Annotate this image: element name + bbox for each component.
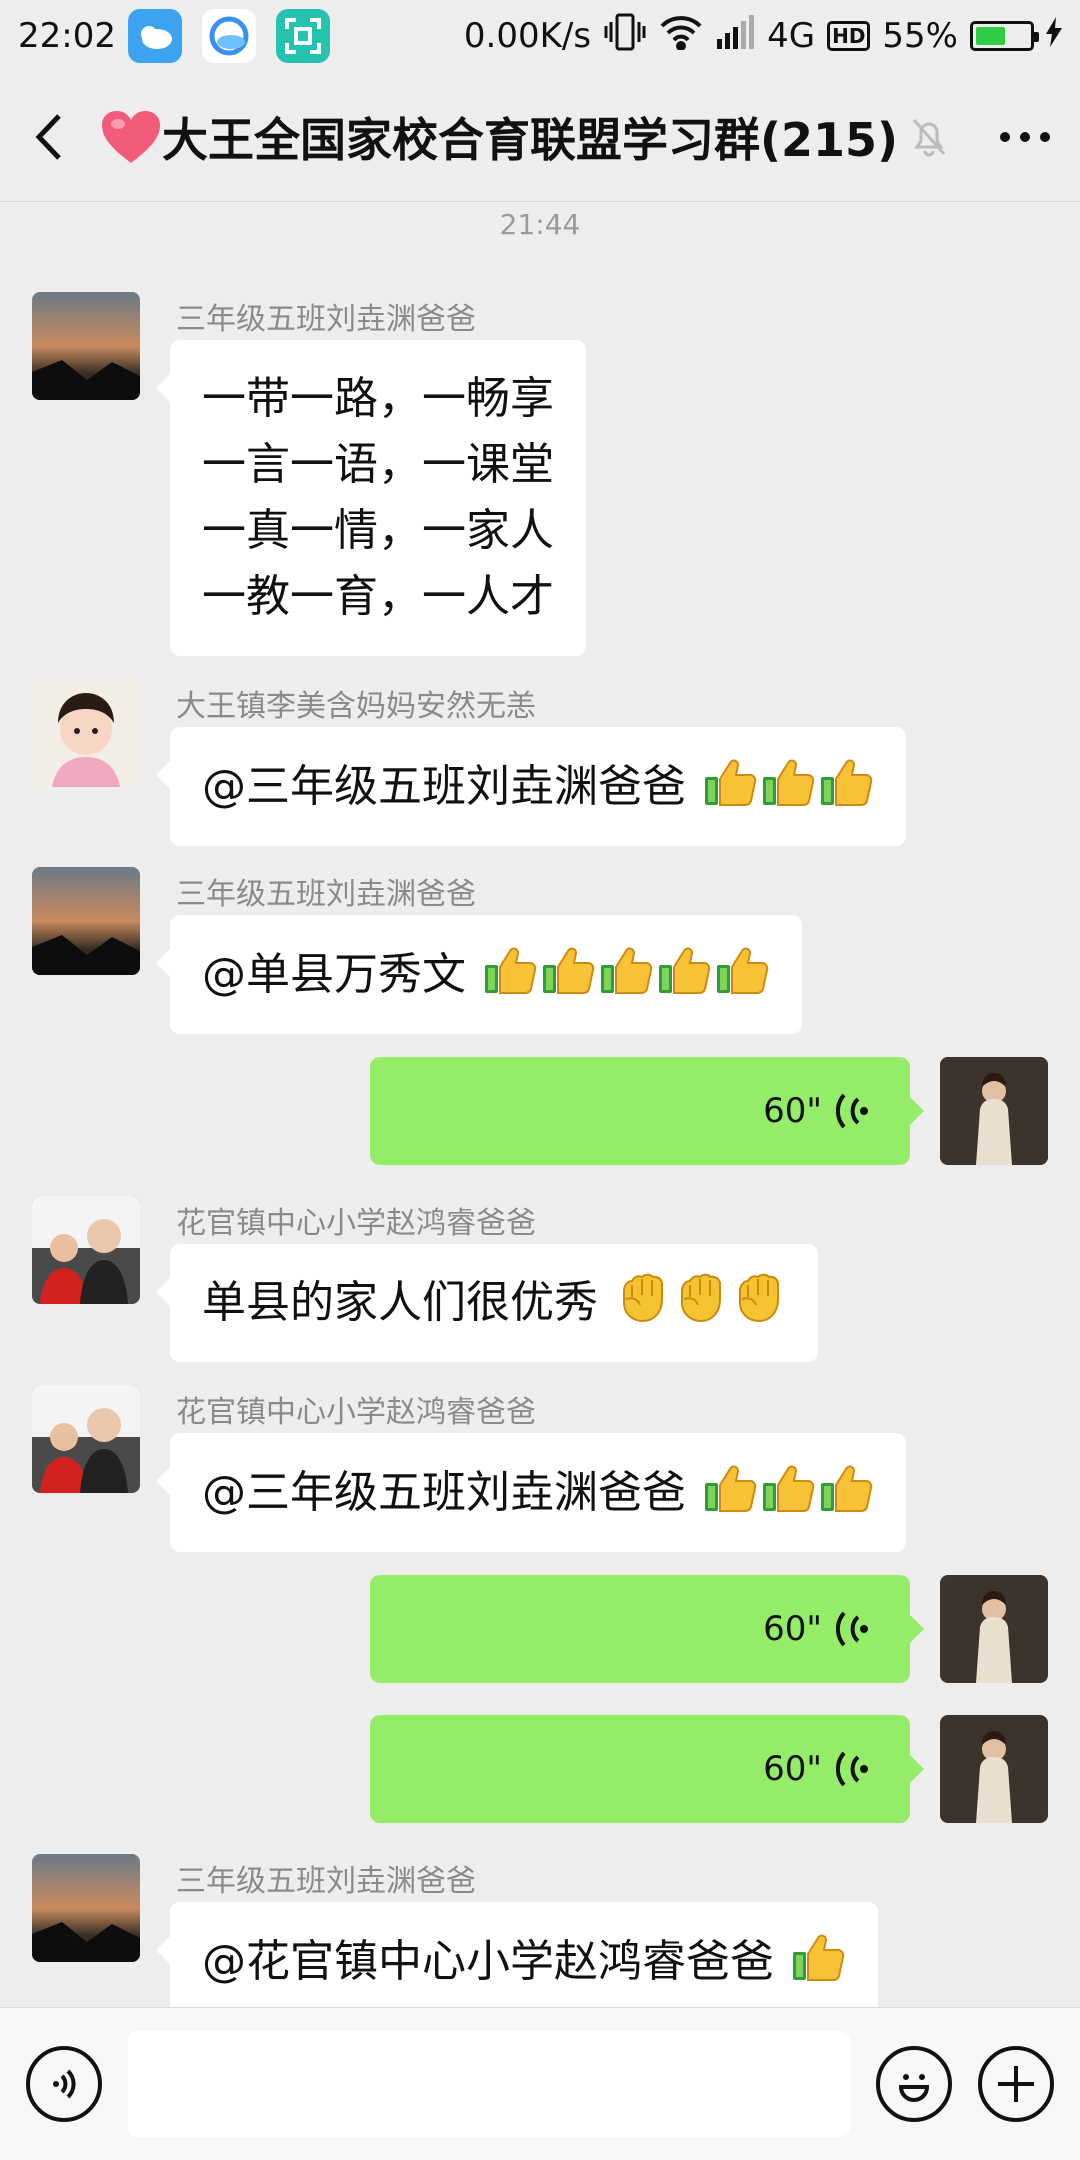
thumbs-up-emoji-icon bbox=[702, 1459, 758, 1515]
voice-duration: 60" bbox=[763, 1091, 822, 1131]
group-title[interactable]: 大王全国家校合育联盟学习群(215) bbox=[100, 104, 970, 170]
emoji-icon bbox=[898, 2074, 930, 2102]
message-text: @三年级五班刘垚渊爸爸 bbox=[202, 761, 686, 812]
voice-input-icon bbox=[53, 2069, 76, 2099]
battery-icon bbox=[970, 21, 1039, 51]
browser-app-icon bbox=[201, 9, 256, 63]
avatar[interactable] bbox=[32, 1196, 140, 1304]
hd-badge: HD bbox=[827, 21, 871, 51]
avatar[interactable] bbox=[32, 1385, 140, 1493]
group-title-text: 大王全国家校合育联盟学习群(215) bbox=[162, 112, 899, 167]
vibrate-icon bbox=[603, 12, 647, 61]
avatar[interactable] bbox=[940, 1715, 1048, 1823]
message-line: 一真一情，一家人 bbox=[202, 505, 554, 556]
fist-emoji-icon bbox=[616, 1271, 670, 1325]
voice-wave-icon bbox=[836, 1091, 870, 1131]
net-speed: 0.00K/s bbox=[463, 16, 592, 56]
battery-percent: 55% bbox=[882, 16, 958, 56]
avatar[interactable] bbox=[940, 1057, 1048, 1165]
emoji-group bbox=[700, 759, 874, 812]
more-button[interactable] bbox=[970, 72, 1080, 201]
voice-message-bubble[interactable]: 60" bbox=[370, 1057, 924, 1165]
thumbs-up-emoji-icon bbox=[818, 753, 874, 809]
thumbs-up-emoji-icon bbox=[760, 753, 816, 809]
avatar[interactable] bbox=[32, 679, 140, 787]
message-text: @三年级五班刘垚渊爸爸 bbox=[202, 1467, 686, 1518]
message-text: 单县的家人们很优秀 bbox=[202, 1277, 598, 1328]
input-bar bbox=[0, 2007, 1080, 2160]
message-bubble[interactable]: @单县万秀文 bbox=[156, 915, 802, 1034]
voice-input-button[interactable] bbox=[26, 2046, 102, 2122]
chat-header: 大王全国家校合育联盟学习群(215) bbox=[0, 72, 1080, 202]
voice-duration: 60" bbox=[763, 1609, 822, 1649]
ellipsis-icon bbox=[1000, 131, 1050, 142]
thumbs-up-emoji-icon bbox=[714, 941, 770, 997]
thumbs-up-emoji-icon bbox=[482, 941, 538, 997]
chat-timestamp: 21:44 bbox=[499, 208, 581, 241]
message-bubble[interactable]: 一带一路，一畅享 一言一语，一课堂 一真一情，一家人 一教一育，一人才 bbox=[156, 340, 586, 656]
sender-name: 花官镇中心小学赵鸿睿爸爸 bbox=[176, 1395, 536, 1430]
sender-name: 花官镇中心小学赵鸿睿爸爸 bbox=[176, 1206, 536, 1241]
thumbs-up-emoji-icon bbox=[760, 1459, 816, 1515]
network-type: 4G bbox=[767, 16, 816, 56]
sender-name: 三年级五班刘垚渊爸爸 bbox=[176, 302, 476, 337]
chevron-left-icon bbox=[35, 113, 61, 160]
bell-mute-icon bbox=[910, 117, 948, 157]
scan-app-icon bbox=[275, 9, 330, 63]
voice-duration: 60" bbox=[763, 1749, 822, 1789]
avatar[interactable] bbox=[940, 1575, 1048, 1683]
thumbs-up-emoji-icon bbox=[598, 941, 654, 997]
thumbs-up-emoji-icon bbox=[818, 1459, 874, 1515]
fist-emoji-icon bbox=[732, 1271, 786, 1325]
weather-app-icon bbox=[127, 9, 182, 63]
heart-icon bbox=[102, 110, 160, 163]
message-line: 一教一育，一人才 bbox=[202, 571, 554, 622]
sender-name: 三年级五班刘垚渊爸爸 bbox=[176, 1864, 476, 1899]
sender-name: 大王镇李美含妈妈安然无恙 bbox=[176, 689, 536, 724]
emoji-group bbox=[480, 947, 770, 1000]
message-bubble[interactable]: @三年级五班刘垚渊爸爸 bbox=[156, 1433, 906, 1552]
status-bar: 22:02 0.00K/s 4G HD 55% bbox=[0, 0, 1080, 72]
voice-message-bubble[interactable]: 60" bbox=[370, 1575, 924, 1683]
message-bubble[interactable]: @三年级五班刘垚渊爸爸 bbox=[156, 727, 906, 846]
message-line: 一言一语，一课堂 bbox=[202, 439, 554, 490]
message-bubble[interactable]: @花官镇中心小学赵鸿睿爸爸 bbox=[156, 1902, 878, 2007]
message-bubble[interactable]: 单县的家人们很优秀 bbox=[156, 1244, 818, 1362]
thumbs-up-emoji-icon bbox=[702, 753, 758, 809]
emoji-button[interactable] bbox=[876, 2046, 952, 2122]
voice-message-bubble[interactable]: 60" bbox=[370, 1715, 924, 1823]
message-line: 一带一路，一畅享 bbox=[202, 373, 554, 424]
plus-icon bbox=[998, 2066, 1034, 2102]
emoji-group bbox=[788, 1934, 846, 1987]
avatar[interactable] bbox=[32, 867, 140, 975]
chat-area[interactable]: 21:44 三年级五班刘垚渊爸爸 一带一路，一畅享 一言一语，一课堂 一真一情，… bbox=[0, 202, 1080, 2007]
fist-emoji-icon bbox=[674, 1271, 728, 1325]
plus-button[interactable] bbox=[978, 2046, 1054, 2122]
message-text: @单县万秀文 bbox=[202, 949, 466, 1000]
avatar[interactable] bbox=[32, 292, 140, 400]
message-input[interactable] bbox=[128, 2031, 850, 2137]
thumbs-up-emoji-icon bbox=[540, 941, 596, 997]
signal-icon bbox=[715, 14, 755, 58]
emoji-group bbox=[700, 1465, 874, 1518]
sender-name: 三年级五班刘垚渊爸爸 bbox=[176, 877, 476, 912]
voice-wave-icon bbox=[836, 1749, 870, 1789]
status-time: 22:02 bbox=[18, 16, 116, 56]
charging-icon bbox=[1046, 16, 1062, 56]
thumbs-up-emoji-icon bbox=[656, 941, 712, 997]
thumbs-up-emoji-icon bbox=[790, 1928, 846, 1984]
voice-wave-icon bbox=[836, 1609, 870, 1649]
avatar[interactable] bbox=[32, 1854, 140, 1962]
back-button[interactable] bbox=[0, 72, 100, 201]
emoji-group bbox=[612, 1273, 786, 1328]
message-text: @花官镇中心小学赵鸿睿爸爸 bbox=[202, 1936, 774, 1987]
wifi-icon bbox=[659, 14, 703, 59]
